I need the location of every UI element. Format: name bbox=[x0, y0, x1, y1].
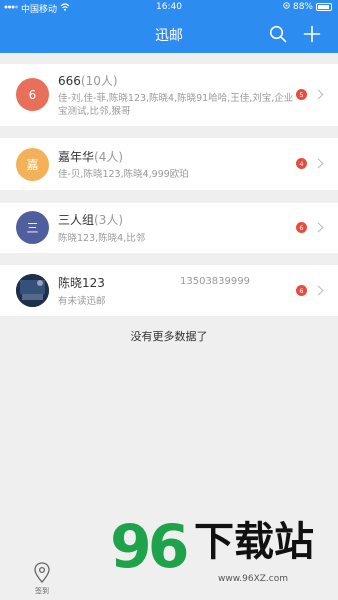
chevron-right-icon bbox=[313, 158, 324, 169]
tab-checkin-label: 签到 bbox=[35, 587, 49, 595]
unread-badge: 5 bbox=[296, 89, 307, 100]
group-members: 陈晓123,陈晓4,比邻 bbox=[58, 233, 146, 244]
contact-phone: 13503839999 bbox=[180, 276, 250, 287]
group-name: 嘉年华(4人) bbox=[58, 150, 124, 164]
chevron-right-icon bbox=[313, 285, 324, 296]
watermark-logo: 96 下载站 www.96XZ.com bbox=[110, 512, 330, 594]
group-avatar: 三 bbox=[16, 211, 49, 244]
unread-badge: 4 bbox=[296, 158, 307, 169]
contact-item-chenxiao123[interactable]: 陈晓123 13503839999 有未读迅邮 6 bbox=[0, 265, 338, 316]
group-avatar: 6 bbox=[16, 78, 49, 111]
location-status-icon bbox=[283, 2, 290, 12]
nav-bar: 迅邮 bbox=[0, 16, 338, 53]
group-name: 666(10人) bbox=[58, 74, 118, 88]
group-item-666[interactable]: 6 666(10人) 佳-刘,佳-菲,陈晓123,陈晓4,陈晓91哈哈,王佳,刘… bbox=[0, 64, 338, 126]
chevron-right-icon bbox=[313, 222, 324, 233]
watermark-number: 96 bbox=[110, 512, 189, 582]
group-members: 佳-贝,陈晓123,陈晓4,999欧珀 bbox=[58, 169, 189, 180]
tab-bar: 签到 bbox=[0, 558, 82, 600]
group-name: 三人组(3人) bbox=[58, 213, 124, 227]
battery-icon bbox=[316, 3, 332, 11]
group-item-jianianhua[interactable]: 嘉 嘉年华(4人) 佳-贝,陈晓123,陈晓4,999欧珀 4 bbox=[0, 138, 338, 190]
search-icon[interactable] bbox=[269, 25, 287, 43]
unread-badge: 6 bbox=[296, 222, 307, 233]
contact-avatar bbox=[16, 274, 49, 307]
tab-checkin[interactable]: 签到 bbox=[22, 562, 62, 596]
contact-name: 陈晓123 bbox=[58, 276, 105, 290]
location-pin-icon bbox=[33, 562, 51, 584]
chevron-right-icon bbox=[313, 89, 324, 100]
plus-icon[interactable] bbox=[303, 25, 321, 43]
contact-status: 有未读迅邮 bbox=[58, 296, 106, 307]
watermark-text: 下载站 bbox=[194, 519, 314, 565]
watermark-url: www.96XZ.com bbox=[218, 574, 288, 584]
group-avatar: 嘉 bbox=[16, 148, 49, 181]
battery-percent: 88% bbox=[292, 2, 313, 12]
group-item-sanrenzu[interactable]: 三 三人组(3人) 陈晓123,陈晓4,比邻 6 bbox=[0, 203, 338, 253]
group-members: 佳-刘,佳-菲,陈晓123,陈晓4,陈晓91哈哈,王佳,刘宝,企业宝测试,比邻,… bbox=[58, 93, 294, 117]
status-bar: 中国移动 16:40 88% bbox=[0, 0, 338, 16]
no-more-data-text: 没有更多数据了 bbox=[130, 330, 208, 343]
page-title: 迅邮 bbox=[155, 28, 183, 44]
unread-badge: 6 bbox=[296, 285, 307, 296]
